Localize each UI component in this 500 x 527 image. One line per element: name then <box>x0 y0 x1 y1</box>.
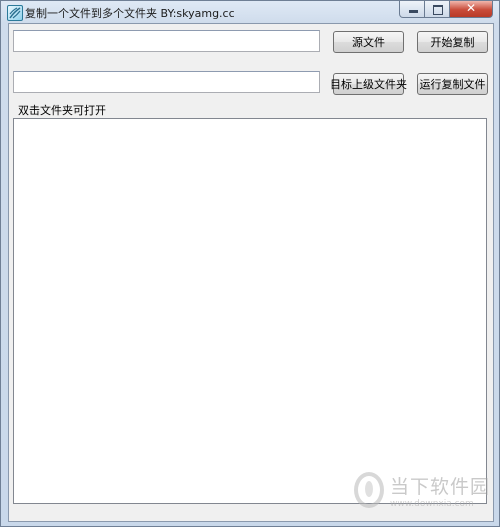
source-file-button[interactable]: 源文件 <box>333 31 404 53</box>
start-copy-button[interactable]: 开始复制 <box>417 31 488 53</box>
target-parent-folder-button[interactable]: 目标上级文件夹 <box>330 73 407 95</box>
caption-buttons: ✕ <box>399 1 493 19</box>
minimize-button[interactable] <box>399 1 425 18</box>
source-file-path-input[interactable] <box>13 30 320 52</box>
folder-list-hint: 双击文件夹可打开 <box>18 104 106 117</box>
window-title: 复制一个文件到多个文件夹 BY:skyamg.cc <box>25 7 235 20</box>
title-bar[interactable]: 复制一个文件到多个文件夹 BY:skyamg.cc ✕ <box>1 1 499 23</box>
minimize-icon <box>409 10 418 13</box>
close-icon: ✕ <box>466 1 477 15</box>
run-copy-file-button[interactable]: 运行复制文件 <box>417 73 488 95</box>
app-window: 复制一个文件到多个文件夹 BY:skyamg.cc ✕ 源文件 开始复制 目标上… <box>0 0 500 527</box>
close-button[interactable]: ✕ <box>450 1 493 18</box>
maximize-button[interactable] <box>425 1 450 18</box>
app-icon <box>7 5 23 21</box>
target-folder-path-input[interactable] <box>13 71 320 93</box>
folder-listbox[interactable] <box>13 118 487 504</box>
maximize-icon <box>433 5 443 15</box>
client-area: 源文件 开始复制 目标上级文件夹 运行复制文件 双击文件夹可打开 <box>8 23 494 522</box>
